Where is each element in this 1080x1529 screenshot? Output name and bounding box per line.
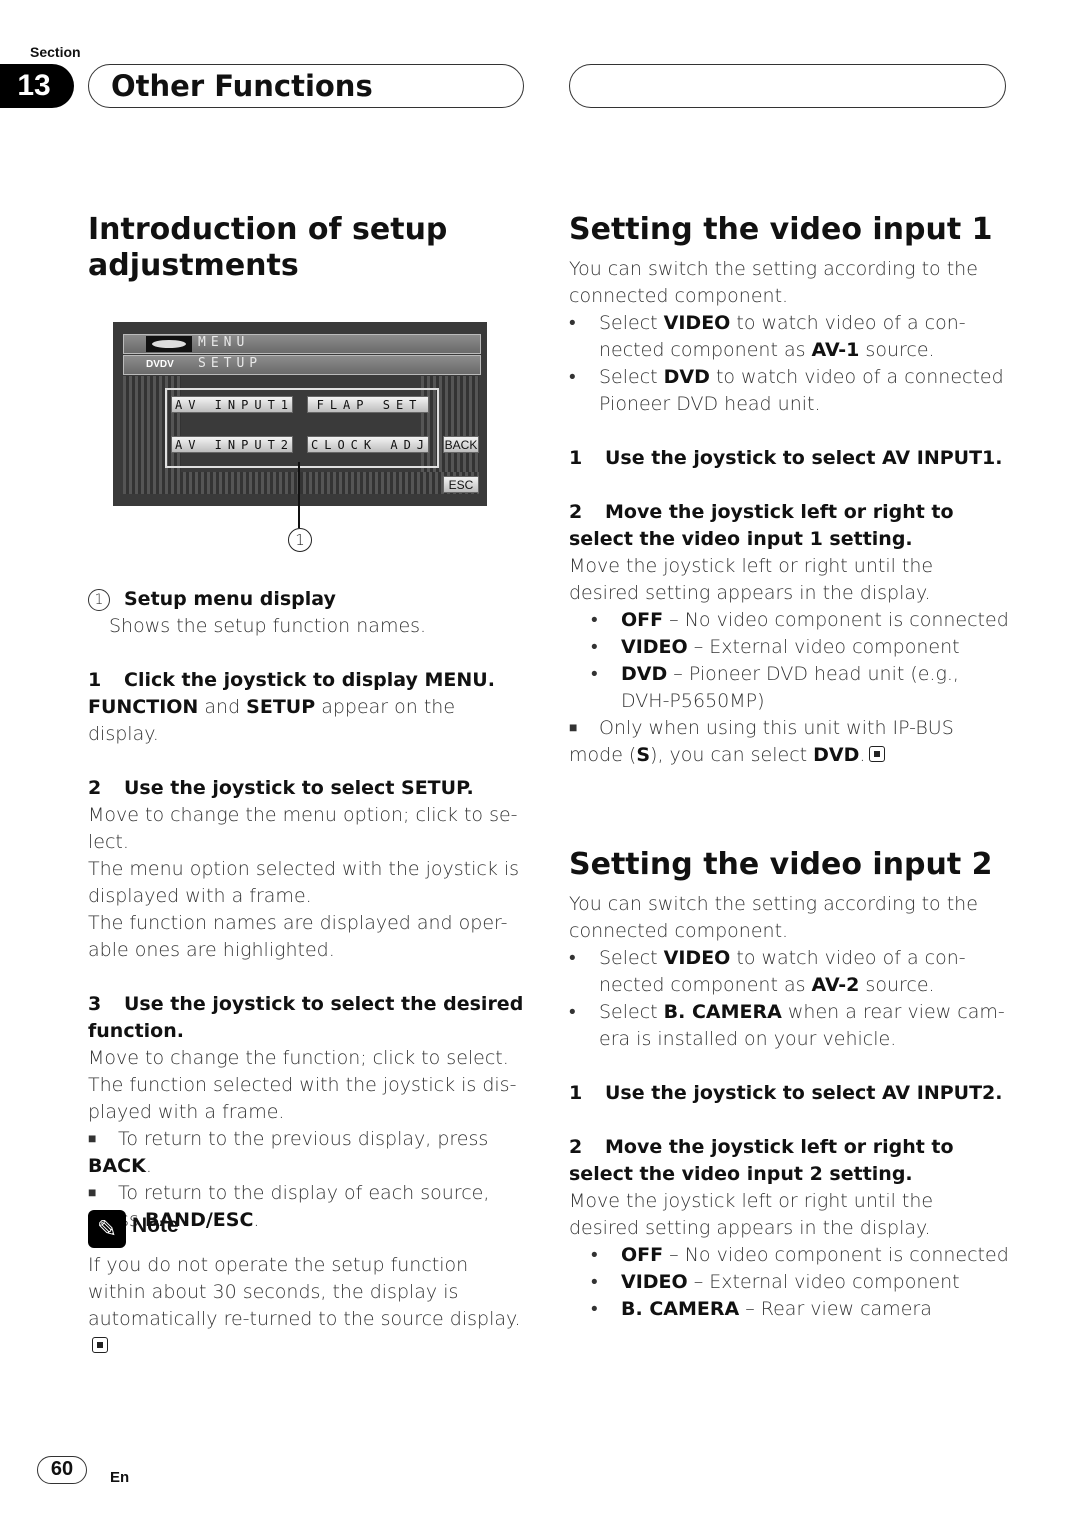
v2-option-video: • VIDEO – External video component <box>591 1271 960 1293</box>
callout-number: 1 <box>288 528 312 552</box>
left-body: 1 Setup menu display Shows the setup func… <box>88 586 528 1234</box>
v2-step2-desc: Move the joystick left or right until th… <box>569 1190 934 1239</box>
screen-menu-label: MENU <box>198 335 250 350</box>
setup-menu-screen: MENU DVDV SETUP AV INPUT1 FLAP SET AV IN… <box>113 322 487 506</box>
screen-btn-flap-set[interactable]: FLAP SET <box>307 396 429 413</box>
v1-bullet-video: • Select VIDEO to watch video of a con-ne… <box>569 312 966 361</box>
step-number: 3 <box>88 993 102 1015</box>
video-input2-body: You can switch the setting according to … <box>569 891 1009 1323</box>
video-input1-title: Setting the video input 1 <box>569 212 993 247</box>
video-input2-title: Setting the video input 2 <box>569 847 993 882</box>
v2-intro: You can switch the setting according to … <box>569 893 978 942</box>
note-title: Note <box>132 1214 179 1237</box>
callout-marker: 1 <box>88 589 110 611</box>
v1-bullet-dvd: • Select DVD to watch video of a connecte… <box>569 366 1004 415</box>
step2-p1: Move to change the menu option; click to… <box>88 804 518 853</box>
step1-desc: FUNCTION and SETUP appear on the display… <box>88 696 456 745</box>
callout-desc: Shows the setup function names. <box>109 615 427 637</box>
v1-step2-desc: Move the joystick left or right until th… <box>569 555 934 604</box>
v1-option-off: • OFF – No video component is connected <box>591 609 1009 631</box>
square-bullet-icon: ■ <box>569 720 578 736</box>
v2-option-off: • OFF – No video component is connected <box>591 1244 1009 1266</box>
square-bullet-icon: ■ <box>88 1131 97 1147</box>
pencil-note-icon: ✎ <box>88 1210 126 1248</box>
v1-step2-title: Move the joystick left or right to selec… <box>569 501 954 550</box>
v2-bullet-camera: • Select B. CAMERA when a rear view cam-e… <box>569 1001 1005 1050</box>
screen-menu-bar: MENU <box>123 334 481 354</box>
step3-p1: Move to change the function; click to se… <box>88 1047 517 1123</box>
callout-line <box>298 462 300 528</box>
section-title: Other Functions <box>88 64 524 108</box>
v2-bullet-video: • Select VIDEO to watch video of a con-ne… <box>569 947 966 996</box>
step2-p2: The menu option selected with the joysti… <box>88 858 520 907</box>
step3-title: Use the joystick to select the desired f… <box>88 993 524 1042</box>
note-body: If you do not operate the setup function… <box>88 1252 528 1360</box>
intro-title: Introduction of setup adjustments <box>88 212 448 283</box>
section-label: Section <box>30 44 81 60</box>
page-language: En <box>110 1469 130 1486</box>
v1-option-video: • VIDEO – External video component <box>591 636 960 658</box>
step-number: 2 <box>569 1136 583 1158</box>
v1-step1-title: Use the joystick to select AV INPUT1. <box>605 447 1003 469</box>
square-bullet-icon: ■ <box>88 1185 97 1201</box>
disc-icon <box>146 336 192 352</box>
screen-decor-bottom <box>123 472 479 494</box>
v2-step1-title: Use the joystick to select AV INPUT2. <box>605 1082 1003 1104</box>
screen-btn-esc[interactable]: ESC <box>443 476 479 493</box>
step-number: 2 <box>569 501 583 523</box>
end-mark-icon <box>92 1337 108 1353</box>
screen-setup-label: SETUP <box>198 356 263 371</box>
v2-step2-title: Move the joystick left or right to selec… <box>569 1136 954 1185</box>
tip-back: ■ To return to the previous display, pres… <box>88 1128 489 1177</box>
screen-btn-av-input2[interactable]: AV INPUT2 <box>171 436 293 453</box>
v2-option-camera: • B. CAMERA – Rear view camera <box>591 1298 932 1320</box>
screen-btn-av-input1[interactable]: AV INPUT1 <box>171 396 293 413</box>
callout-title: Setup menu display <box>124 588 336 610</box>
step2-title: Use the joystick to select SETUP. <box>124 777 474 799</box>
screen-btn-clock-adj[interactable]: CLOCK ADJ <box>307 436 429 453</box>
step-number: 1 <box>569 447 583 469</box>
section-title-box-empty <box>569 64 1006 108</box>
step-number: 1 <box>88 669 102 691</box>
screen-setup-bar: DVDV SETUP <box>123 355 481 375</box>
v1-intro: You can switch the setting according to … <box>569 258 978 307</box>
step1-title: Click the joystick to display MENU. <box>124 669 495 691</box>
v1-option-dvd: • DVD – Pioneer DVD head unit (e.g., DVH-… <box>591 663 959 712</box>
step-number: 1 <box>569 1082 583 1104</box>
step-number: 2 <box>88 777 102 799</box>
section-number-badge: 13 <box>0 64 74 108</box>
screen-source-label: DVDV <box>146 359 174 370</box>
end-mark-icon <box>869 746 886 762</box>
v1-tip: ■ Only when using this unit with IP-BUS m… <box>569 717 954 766</box>
video-input1-body: You can switch the setting according to … <box>569 256 1009 769</box>
step2-p3: The function names are displayed and ope… <box>88 912 508 961</box>
screen-btn-back[interactable]: BACK <box>443 436 479 453</box>
page-number: 60 <box>37 1456 87 1484</box>
